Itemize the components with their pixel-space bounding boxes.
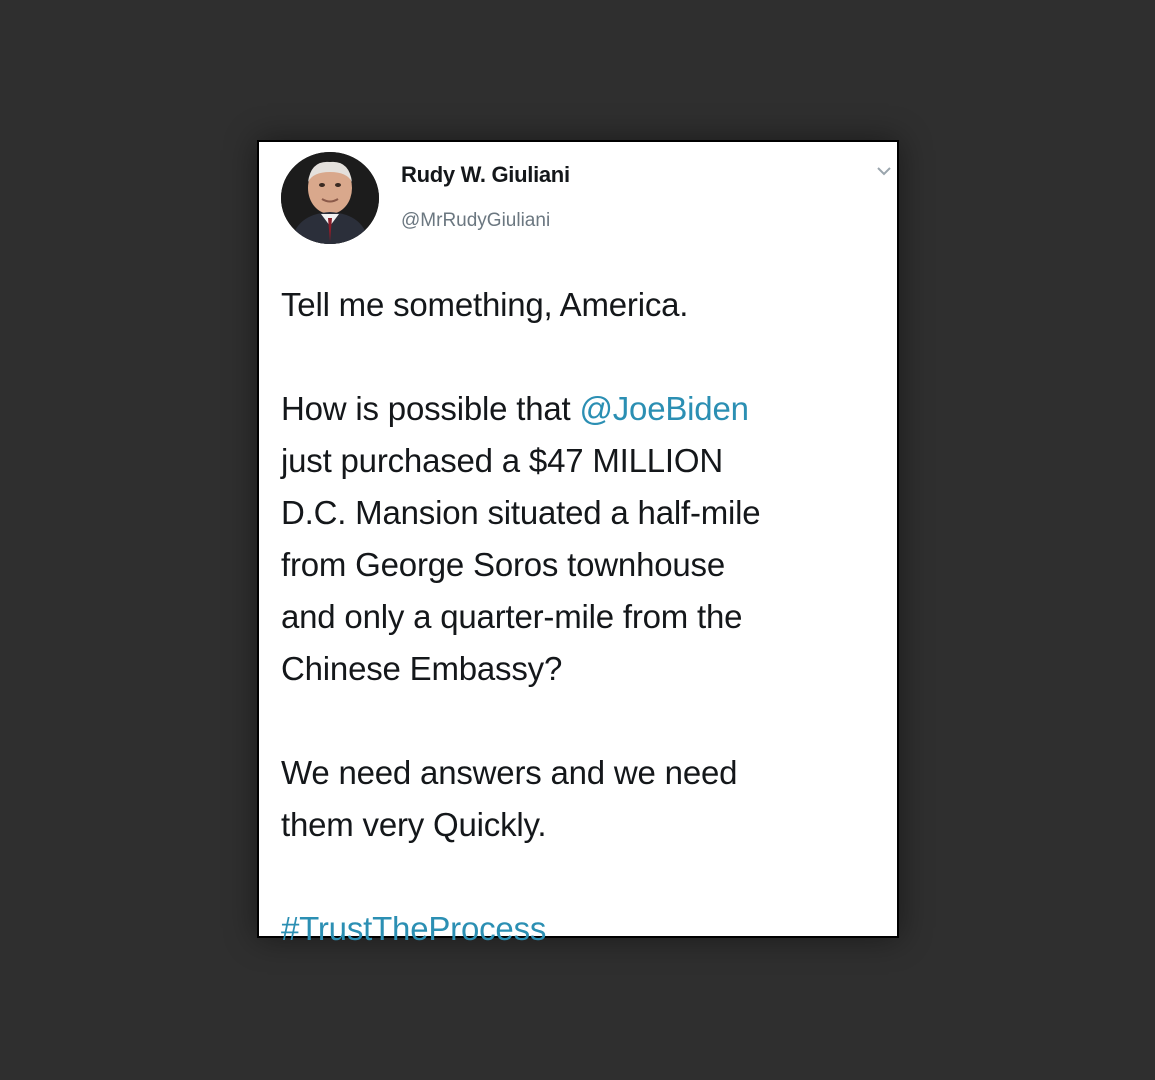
tweet-text-segment: How is possible that [281,390,580,427]
tweet-line: D.C. Mansion situated a half-mile [281,494,761,531]
tweet-text: Tell me something, America. How is possi… [281,279,881,955]
avatar[interactable] [281,152,379,244]
profile-photo-icon [281,152,379,244]
tweet-line: Tell me something, America. [281,286,689,323]
author-display-name[interactable]: Rudy W. Giuliani [401,162,570,188]
chevron-down-icon[interactable] [875,164,893,178]
tweet-line: We need answers and we need [281,754,738,791]
tweet-line: How is possible that @JoeBiden [281,383,881,435]
tweet-line: them very Quickly. [281,806,547,843]
tweet-line: #TrustTheProcess [281,903,881,955]
mention-link[interactable]: @JoeBiden [579,390,749,427]
tweet-card: Rudy W. Giuliani @MrRudyGiuliani Tell me… [257,140,899,947]
tweet-line: just purchased a $47 MILLION [281,442,723,479]
tweet-line: and only a quarter-mile from the [281,598,743,635]
tweet-line: Chinese Embassy? [281,650,563,687]
tweet-line: from George Soros townhouse [281,546,725,583]
hashtag-link[interactable]: #TrustTheProcess [281,910,546,947]
author-handle[interactable]: @MrRudyGiuliani [401,210,550,232]
